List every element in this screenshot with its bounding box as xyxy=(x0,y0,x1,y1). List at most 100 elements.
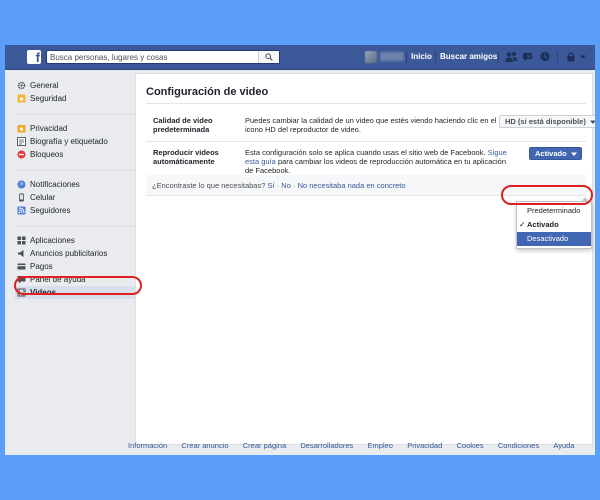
footer-link-careers[interactable]: Empleo xyxy=(368,441,393,450)
apps-icon xyxy=(17,236,26,245)
dropdown-value: Activado xyxy=(535,149,567,158)
setting-description: Puedes cambiar la calidad de un video qu… xyxy=(245,116,497,134)
messages-icon[interactable] xyxy=(521,50,535,64)
browser-window: f Inicio Buscar amigos xyxy=(5,45,595,455)
sidebar-item-general[interactable]: General xyxy=(15,79,135,92)
setting-description: Esta configuración solo se aplica cuando… xyxy=(245,148,513,175)
sidebar-item-label: General xyxy=(30,81,59,90)
sidebar-item-label: Aplicaciones xyxy=(30,236,75,245)
menu-item-label: Activado xyxy=(527,220,559,229)
shield-icon xyxy=(17,94,26,103)
home-link[interactable]: Inicio xyxy=(411,52,432,61)
sidebar-item-label: Bloqueos xyxy=(30,150,64,159)
feedback-question: ¿Encontraste lo que necesitabas? xyxy=(152,181,266,190)
settings-content: Configuración de video Calidad de video … xyxy=(135,73,595,445)
lock-icon[interactable] xyxy=(566,50,576,64)
chevron-down-icon[interactable] xyxy=(579,53,587,61)
sidebar-divider xyxy=(15,170,135,171)
sidebar-item-followers[interactable]: Seguidores xyxy=(15,204,135,217)
search-icon xyxy=(265,53,273,61)
highlight-circle-videos xyxy=(14,276,142,295)
sidebar-divider xyxy=(15,226,135,227)
menu-item-off[interactable]: Desactivado xyxy=(517,232,591,246)
facebook-logo[interactable]: f xyxy=(27,50,41,64)
sidebar-item-security[interactable]: Seguridad xyxy=(15,92,135,105)
footer-link-terms[interactable]: Condiciones xyxy=(498,441,539,450)
footer-link-cookies[interactable]: Cookies xyxy=(456,441,483,450)
caret-down-icon xyxy=(589,120,595,124)
phone-icon xyxy=(19,193,24,202)
footer-link-about[interactable]: Información xyxy=(128,441,167,450)
footer-link-help[interactable]: Ayuda xyxy=(553,441,574,450)
sidebar-item-payments[interactable]: Pagos xyxy=(15,260,135,273)
sidebar-item-label: Seguidores xyxy=(30,206,71,215)
sidebar-divider xyxy=(15,114,135,115)
sidebar-item-notifications[interactable]: Notificaciones xyxy=(15,178,135,191)
sidebar-item-label: Pagos xyxy=(30,262,53,271)
footer-link-privacy[interactable]: Privacidad xyxy=(407,441,442,450)
payments-icon xyxy=(17,263,26,270)
sidebar-item-privacy[interactable]: Privacidad xyxy=(15,122,135,135)
page-title: Configuración de video xyxy=(146,86,269,98)
dropdown-value: HD (si está disponible) xyxy=(505,117,586,126)
divider xyxy=(406,51,407,63)
setting-label: Calidad de video predeterminada xyxy=(153,116,213,134)
setting-row-video-quality: Calidad de video predeterminada Puedes c… xyxy=(146,109,595,142)
search-box xyxy=(46,50,280,64)
sidebar-item-label: Biografía y etiquetado xyxy=(30,137,108,146)
divider xyxy=(435,51,436,63)
footer: Información Crear anuncio Crear página D… xyxy=(128,441,586,451)
sidebar-group: Notificaciones Celular Seguidores xyxy=(15,178,135,217)
sidebar-item-label: Seguridad xyxy=(30,94,67,103)
feedback-text: ¿Encontraste lo que necesitabas? Sí · No… xyxy=(152,181,406,190)
settings-sidebar: General Seguridad Privacidad Biografía y… xyxy=(15,79,135,308)
footer-link-create-ad[interactable]: Crear anuncio xyxy=(181,441,228,450)
sidebar-item-mobile[interactable]: Celular xyxy=(15,191,135,204)
divider xyxy=(498,51,499,63)
title-divider xyxy=(146,103,586,104)
highlight-circle-off-option xyxy=(501,185,593,205)
video-quality-dropdown[interactable]: HD (si está disponible) xyxy=(499,115,595,128)
sidebar-group: Privacidad Biografía y etiquetado Bloque… xyxy=(15,122,135,161)
ads-icon xyxy=(18,250,24,257)
friend-requests-icon[interactable] xyxy=(504,50,518,64)
checkmark-icon: ✓ xyxy=(519,220,526,229)
timeline-icon xyxy=(17,137,26,146)
divider xyxy=(557,51,558,63)
menu-item-on[interactable]: ✓ Activado xyxy=(517,218,591,232)
feedback-none-link[interactable]: No necesitaba nada en concreto xyxy=(298,181,406,190)
sidebar-item-ads[interactable]: Anuncios publicitarios xyxy=(15,247,135,260)
rss-icon xyxy=(17,206,26,215)
autoplay-menu: Predeterminado ✓ Activado Desactivado xyxy=(516,197,592,249)
lock-icon xyxy=(17,125,26,133)
description-text: Esta configuración solo se aplica cuando… xyxy=(245,148,486,157)
sidebar-item-label: Celular xyxy=(30,193,56,202)
menu-item-default[interactable]: Predeterminado xyxy=(517,204,591,218)
avatar[interactable] xyxy=(365,51,377,63)
sidebar-item-apps[interactable]: Aplicaciones xyxy=(15,234,135,247)
sidebar-item-timeline[interactable]: Biografía y etiquetado xyxy=(15,135,135,148)
gear-icon xyxy=(17,81,26,90)
setting-label: Reproducir videos automáticamente xyxy=(153,148,219,166)
sidebar-item-label: Anuncios publicitarios xyxy=(30,249,108,258)
footer-link-create-page[interactable]: Crear página xyxy=(243,441,286,450)
feedback-yes-link[interactable]: Sí xyxy=(268,181,275,190)
find-friends-link[interactable]: Buscar amigos xyxy=(440,52,497,61)
profile-name-blurred[interactable] xyxy=(380,52,404,61)
menu-item-label: Predeterminado xyxy=(527,206,581,215)
search-button[interactable] xyxy=(258,51,279,63)
autoplay-dropdown[interactable]: Activado xyxy=(529,147,582,160)
sidebar-group: General Seguridad xyxy=(15,79,135,105)
feedback-no-link[interactable]: No xyxy=(281,181,291,190)
top-bar: f Inicio Buscar amigos xyxy=(5,45,595,70)
footer-link-developers[interactable]: Desarrolladores xyxy=(300,441,353,450)
globe-icon xyxy=(17,180,26,189)
caret-down-icon xyxy=(570,152,577,156)
notifications-icon[interactable] xyxy=(538,50,552,64)
description-text: para cambiar los videos de reproducción … xyxy=(245,157,506,175)
sidebar-item-blocking[interactable]: Bloqueos xyxy=(15,148,135,161)
separator: · xyxy=(292,181,296,190)
sidebar-item-label: Privacidad xyxy=(30,124,68,133)
menu-item-label: Desactivado xyxy=(527,234,569,243)
search-input[interactable] xyxy=(50,51,250,63)
